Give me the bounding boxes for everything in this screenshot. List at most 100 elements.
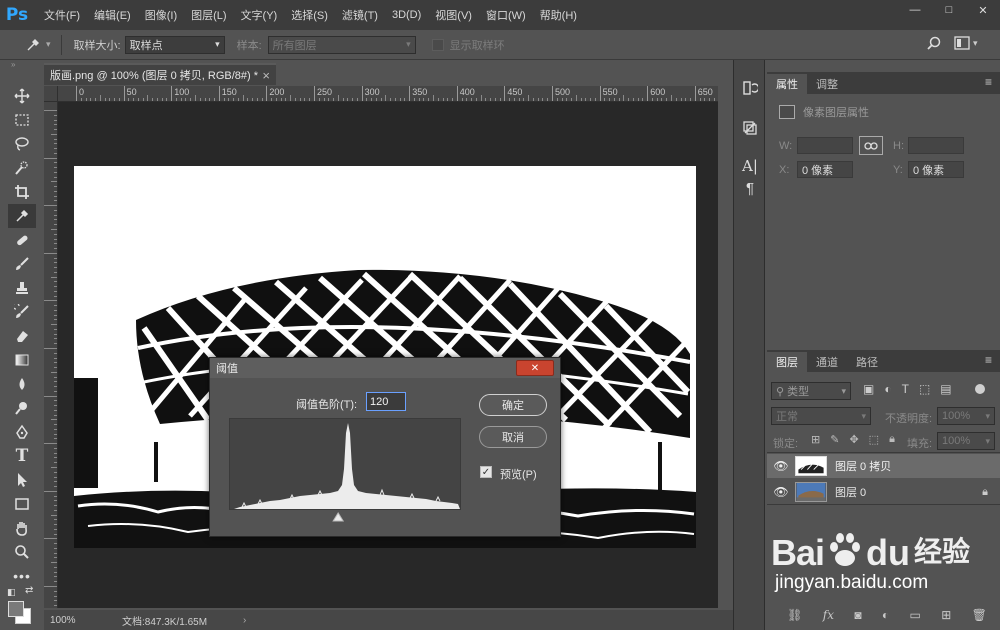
filter-adjustment-icon[interactable]: ◐ — [884, 382, 891, 396]
ruler-minor-tick — [44, 205, 57, 207]
brush-tool-icon[interactable] — [8, 252, 36, 276]
blend-mode-select[interactable]: 正常 ▾ — [771, 407, 871, 425]
filter-pixel-icon[interactable]: ▣ — [863, 382, 874, 396]
zoom-tool-icon[interactable] — [8, 540, 36, 564]
y-field[interactable]: 0 像素 — [908, 161, 964, 178]
clone-stamp-tool-icon[interactable] — [8, 276, 36, 300]
status-menu-arrow-icon[interactable]: › — [243, 615, 246, 626]
healing-brush-tool-icon[interactable] — [8, 228, 36, 252]
menu-3d[interactable]: 3D(D) — [392, 9, 421, 21]
adjustment-layer-icon[interactable]: ◐ — [882, 608, 889, 622]
sample-select[interactable]: 所有图层 ▾ — [267, 35, 416, 54]
dodge-tool-icon[interactable] — [8, 396, 36, 420]
rectangle-tool-icon[interactable] — [8, 492, 36, 516]
path-selection-tool-icon[interactable] — [8, 468, 36, 492]
chevron-down-icon[interactable]: ▾ — [46, 39, 51, 50]
threshold-slider[interactable] — [229, 508, 461, 522]
fill-field[interactable]: 100% ▾ — [937, 432, 995, 450]
lock-transparent-icon[interactable]: ⊞ — [811, 433, 820, 446]
quick-selection-tool-icon[interactable] — [8, 156, 36, 180]
new-layer-icon[interactable]: ⊞ — [941, 608, 951, 622]
show-ring-checkbox[interactable] — [431, 38, 444, 51]
marquee-tool-icon[interactable] — [8, 108, 36, 132]
clone-source-icon[interactable] — [734, 114, 766, 142]
add-mask-icon[interactable]: ◙ — [854, 608, 861, 622]
filter-type-icon[interactable]: T — [902, 382, 909, 396]
default-colors-icon[interactable]: ◧ — [7, 587, 16, 598]
tab-adjustments[interactable]: 调整 — [807, 74, 847, 94]
visibility-eye-icon[interactable]: 👁︎ — [767, 485, 795, 499]
move-tool-icon[interactable] — [8, 84, 36, 108]
visibility-eye-icon[interactable]: 👁︎ — [767, 459, 795, 473]
search-icon[interactable] — [926, 36, 942, 55]
delete-layer-icon[interactable]: 🗑︎ — [972, 608, 987, 622]
lock-pixels-icon[interactable]: ✎ — [830, 433, 839, 446]
threshold-slider-thumb-icon[interactable] — [229, 508, 461, 522]
layer-row-original[interactable]: 👁︎ 图层 0 🔒︎ — [767, 480, 1000, 504]
sample-size-select[interactable]: 取样点 ▾ — [124, 35, 225, 54]
type-tool-icon[interactable]: T — [8, 444, 36, 468]
opacity-field[interactable]: 100% ▾ — [937, 407, 995, 425]
layer-filter-select[interactable]: ⚲ 类型 ▾ — [771, 382, 851, 400]
panel-menu-icon[interactable]: ≡ — [985, 353, 992, 367]
swap-colors-icon[interactable]: ⇄ — [25, 585, 33, 596]
panel-menu-icon[interactable]: ≡ — [985, 75, 992, 89]
layer-style-fx-icon[interactable]: fx — [823, 608, 834, 622]
gradient-tool-icon[interactable] — [8, 348, 36, 372]
lock-artboard-icon[interactable]: ⬚ — [869, 433, 879, 446]
menu-type[interactable]: 文字(Y) — [241, 7, 278, 23]
menu-file[interactable]: 文件(F) — [44, 7, 80, 23]
eraser-tool-icon[interactable] — [8, 324, 36, 348]
filter-smart-object-icon[interactable]: ▤ — [940, 382, 951, 396]
crop-tool-icon[interactable] — [8, 180, 36, 204]
x-field[interactable]: 0 像素 — [797, 161, 853, 178]
zoom-level[interactable]: 100% — [50, 615, 100, 626]
workspace-icon[interactable]: ▾ — [954, 36, 978, 50]
link-layers-icon[interactable]: ⛓ — [787, 608, 802, 622]
history-brush-tool-icon[interactable] — [8, 300, 36, 324]
lock-position-icon[interactable]: ✥ — [849, 433, 858, 446]
paragraph-icon[interactable]: ¶ — [734, 174, 766, 202]
foreground-color-swatch[interactable] — [8, 601, 24, 617]
document-tab[interactable]: 版画.png @ 100% (图层 0 拷贝, RGB/8#) * × — [44, 63, 276, 85]
hand-tool-icon[interactable] — [8, 516, 36, 540]
eyedropper-tool-icon[interactable] — [8, 204, 36, 228]
menu-window[interactable]: 窗口(W) — [486, 7, 526, 23]
history-icon[interactable] — [734, 74, 766, 102]
cancel-button[interactable]: 取消 — [479, 426, 547, 448]
layer-row-copy[interactable]: 👁︎ 图层 0 拷贝 — [767, 454, 1000, 478]
lasso-tool-icon[interactable] — [8, 132, 36, 156]
filter-shape-icon[interactable]: ⬚ — [919, 382, 930, 396]
eyedropper-tool-preset-icon[interactable] — [22, 35, 44, 55]
menu-filter[interactable]: 滤镜(T) — [342, 7, 378, 23]
pen-tool-icon[interactable] — [8, 420, 36, 444]
filter-toggle[interactable] — [975, 384, 985, 394]
collapse-toolbar-icon[interactable]: » — [5, 60, 39, 70]
group-folder-icon[interactable]: ▭ — [910, 608, 921, 622]
tab-paths[interactable]: 路径 — [847, 352, 887, 372]
ruler-origin[interactable] — [44, 86, 58, 102]
menu-help[interactable]: 帮助(H) — [540, 7, 577, 23]
close-tab-icon[interactable]: × — [262, 68, 270, 83]
dialog-title-bar[interactable]: 阈值 — [210, 358, 560, 378]
link-icon[interactable] — [859, 136, 883, 155]
close-window-button[interactable]: ✕ — [970, 2, 996, 18]
menu-layer[interactable]: 图层(L) — [191, 7, 226, 23]
width-field[interactable] — [797, 137, 853, 154]
tab-properties[interactable]: 属性 — [767, 74, 807, 94]
menu-select[interactable]: 选择(S) — [291, 7, 328, 23]
preview-checkbox[interactable]: ✓ — [480, 466, 492, 478]
dialog-close-button[interactable]: ✕ — [516, 360, 554, 376]
blur-tool-icon[interactable] — [8, 372, 36, 396]
maximize-button[interactable]: □ — [936, 2, 962, 18]
height-field[interactable] — [908, 137, 964, 154]
menu-edit[interactable]: 编辑(E) — [94, 7, 131, 23]
minimize-button[interactable]: — — [902, 2, 928, 18]
lock-all-icon[interactable]: 🔒︎ — [889, 433, 895, 446]
tab-layers[interactable]: 图层 — [767, 352, 807, 372]
menu-view[interactable]: 视图(V) — [435, 7, 472, 23]
ok-button[interactable]: 确定 — [479, 394, 547, 416]
threshold-level-input[interactable] — [366, 392, 406, 411]
menu-image[interactable]: 图像(I) — [145, 7, 177, 23]
tab-channels[interactable]: 通道 — [807, 352, 847, 372]
